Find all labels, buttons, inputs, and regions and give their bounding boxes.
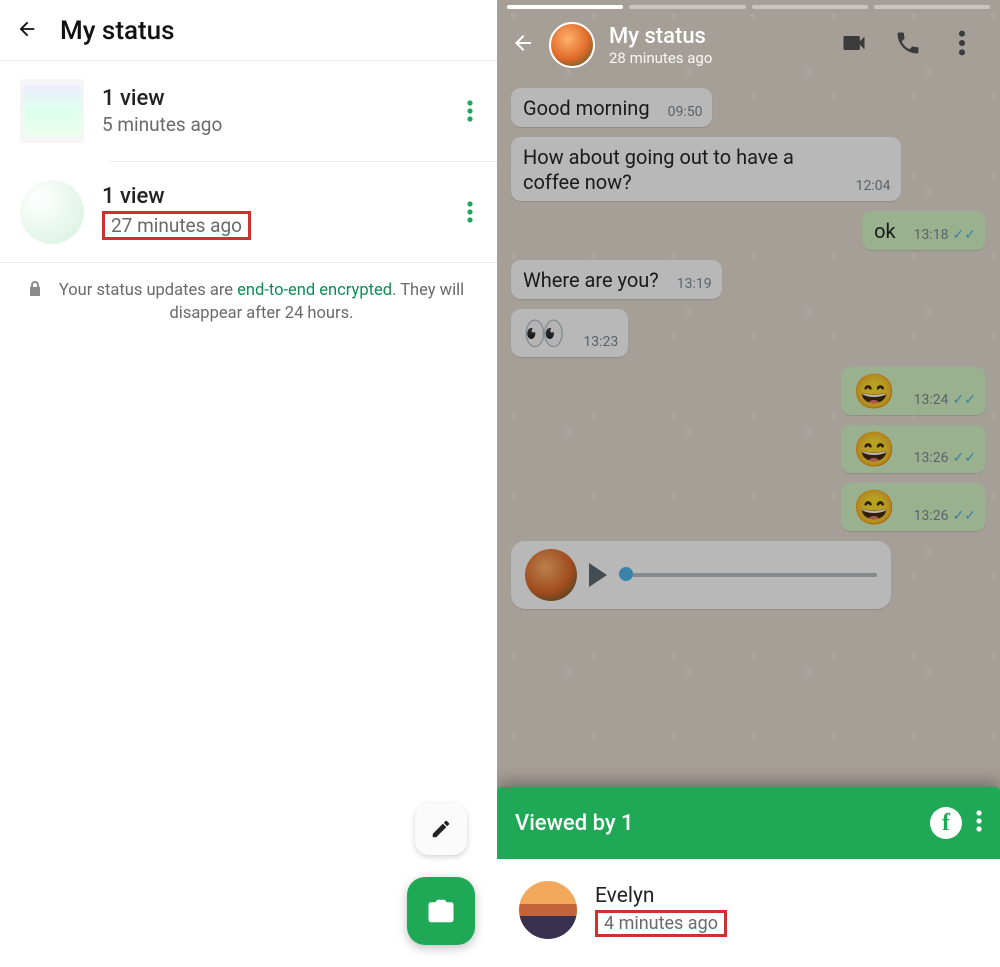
avatar bbox=[519, 881, 577, 939]
viewed-by-sheet: Viewed by 1 f Evelyn 4 minutes ago bbox=[497, 787, 1000, 967]
compose-text-status-button[interactable] bbox=[415, 803, 467, 855]
back-icon[interactable] bbox=[511, 31, 535, 59]
status-text: 1 view 5 minutes ago bbox=[102, 86, 437, 136]
status-item[interactable]: 1 view 5 minutes ago bbox=[0, 61, 497, 161]
viewer-time-highlighted: 4 minutes ago bbox=[595, 910, 727, 937]
status-time: 5 minutes ago bbox=[102, 113, 437, 136]
header-title: My status bbox=[609, 24, 712, 49]
camera-status-button[interactable] bbox=[407, 877, 475, 945]
status-list: 1 view 5 minutes ago 1 view 27 minutes a… bbox=[0, 61, 497, 262]
video-call-icon[interactable] bbox=[834, 23, 874, 67]
encryption-note: Your status updates are end-to-end encry… bbox=[0, 262, 497, 341]
status-thumbnail bbox=[20, 180, 84, 244]
viewer-name: Evelyn bbox=[595, 884, 727, 908]
back-icon[interactable] bbox=[16, 18, 38, 44]
status-text: 1 view 27 minutes ago bbox=[102, 184, 437, 240]
sheet-header: Viewed by 1 f bbox=[497, 787, 1000, 859]
voice-call-icon[interactable] bbox=[888, 23, 928, 67]
header-titleblock: My status 28 minutes ago bbox=[609, 24, 712, 67]
more-icon[interactable] bbox=[455, 99, 485, 123]
fab-stack bbox=[407, 803, 475, 945]
left-header: My status bbox=[0, 0, 497, 61]
avatar[interactable] bbox=[549, 22, 595, 68]
more-icon[interactable] bbox=[976, 809, 982, 837]
lock-icon bbox=[28, 281, 42, 304]
status-item[interactable]: 1 view 27 minutes ago bbox=[0, 162, 497, 262]
status-views: 1 view bbox=[102, 184, 437, 209]
story-progress bbox=[507, 5, 990, 9]
status-thumbnail bbox=[20, 79, 84, 143]
more-icon[interactable] bbox=[455, 200, 485, 224]
status-viewer-header: My status 28 minutes ago bbox=[497, 0, 1000, 80]
page-title: My status bbox=[60, 16, 175, 46]
left-pane: My status 1 view 5 minutes ago 1 view 27… bbox=[0, 0, 497, 967]
header-subtitle: 28 minutes ago bbox=[609, 49, 712, 67]
viewer-row[interactable]: Evelyn 4 minutes ago bbox=[497, 859, 1000, 967]
viewed-by-label: Viewed by 1 bbox=[515, 811, 634, 836]
note-prefix: Your status updates are bbox=[59, 281, 237, 300]
encrypted-link[interactable]: end-to-end encrypted bbox=[237, 281, 392, 300]
status-views: 1 view bbox=[102, 86, 437, 111]
more-icon[interactable] bbox=[942, 23, 982, 67]
right-pane: My status 28 minutes ago Good morning09:… bbox=[497, 0, 1000, 967]
status-time-highlighted: 27 minutes ago bbox=[102, 211, 251, 240]
facebook-icon[interactable]: f bbox=[930, 807, 962, 839]
